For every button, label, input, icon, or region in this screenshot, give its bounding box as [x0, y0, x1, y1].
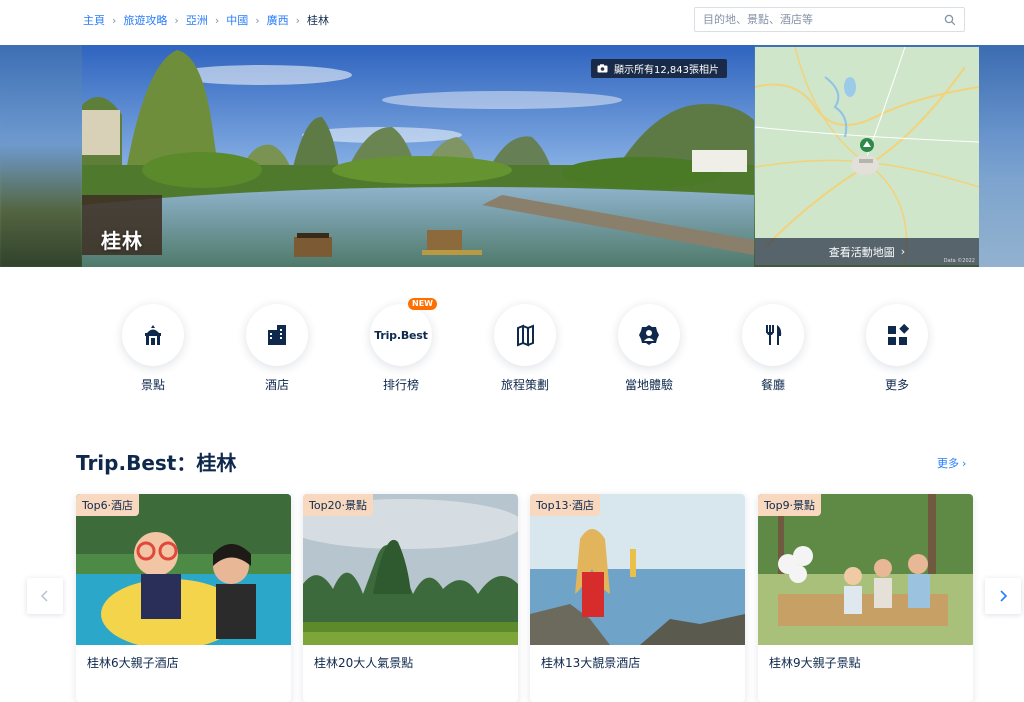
- quick-link-experiences[interactable]: 當地體驗: [617, 304, 681, 393]
- new-badge: NEW: [408, 298, 437, 310]
- breadcrumb-current: 桂林: [307, 14, 330, 27]
- card-title: 桂林13大靚景酒店: [541, 656, 641, 670]
- breadcrumb-asia[interactable]: 亞洲: [186, 12, 208, 28]
- tripbest-icon: Trip.Best: [374, 328, 428, 342]
- carousel-next-button[interactable]: [985, 578, 1021, 614]
- quick-link-label: 排行榜: [382, 378, 419, 392]
- quick-links: 景點 酒店 Trip.Best NEW 排行榜 旅程策劃 當地體驗 餐廳 更多: [121, 298, 931, 394]
- quick-link-circle: [866, 304, 928, 366]
- card-image: Top6·酒店: [76, 494, 291, 645]
- quick-link-circle: [618, 304, 680, 366]
- hero-blur-right: [979, 45, 1024, 267]
- ranking-card[interactable]: Top9·景點 桂林9大親子景點: [758, 494, 973, 702]
- chevron-right-icon: ›: [255, 13, 260, 27]
- card-title: 桂林20大人氣景點: [314, 656, 414, 670]
- ranking-card[interactable]: Top13·酒店 桂林13大靚景酒店: [530, 494, 745, 702]
- quick-link-circle: [494, 304, 556, 366]
- quick-link-label: 旅程策劃: [500, 378, 549, 392]
- chevron-right-icon: ›: [214, 13, 220, 27]
- ranking-card[interactable]: Top20·景點 桂林20大人氣景點: [303, 494, 518, 702]
- more-link[interactable]: 更多 ›: [937, 455, 966, 471]
- section-title: Trip.Best：桂林: [76, 451, 237, 475]
- quick-link-label: 當地體驗: [624, 378, 673, 392]
- search-box: [694, 7, 965, 32]
- card-title: 桂林6大親子酒店: [87, 656, 179, 670]
- ranking-card[interactable]: Top6·酒店 桂林6大親子酒店: [76, 494, 291, 702]
- restaurant-icon: [766, 325, 782, 345]
- quick-link-label: 餐廳: [760, 378, 785, 392]
- hotel-icon: [268, 325, 286, 345]
- photo-icon: [597, 64, 608, 73]
- card-tag: Top13·酒店: [530, 494, 601, 516]
- quick-link-itinerary[interactable]: 旅程策劃: [493, 304, 557, 393]
- breadcrumb-travel-guide[interactable]: 旅遊攻略: [123, 12, 167, 28]
- breadcrumb-china[interactable]: 中國: [226, 12, 248, 28]
- quick-link-circle: [742, 304, 804, 366]
- search-icon[interactable]: [944, 14, 956, 26]
- hero-blur-left: [0, 45, 82, 267]
- quick-link-restaurants[interactable]: 餐廳: [741, 304, 805, 393]
- quick-link-hotels[interactable]: 酒店: [245, 304, 309, 393]
- map-credit: Data ©2022: [943, 258, 975, 264]
- view-map-label: 查看活動地圖: [828, 245, 895, 259]
- top-bar: 主頁 › 旅遊攻略 › 亞洲 › 中國 › 廣西 › 桂林: [0, 0, 1024, 45]
- card-title: 桂林9大親子景點: [769, 656, 861, 670]
- card-image: Top9·景點: [758, 494, 973, 645]
- itinerary-icon: [517, 324, 534, 347]
- quick-link-label: 酒店: [264, 378, 289, 392]
- quick-link-attractions[interactable]: 景點: [121, 304, 185, 393]
- show-all-photos-button[interactable]: 顯示所有12,843張相片: [591, 59, 727, 78]
- quick-link-tripbest[interactable]: Trip.Best NEW 排行榜: [369, 298, 437, 393]
- quick-link-label: 更多: [884, 378, 909, 392]
- quick-link-circle: [122, 304, 184, 366]
- breadcrumb-guangxi[interactable]: 廣西: [267, 12, 289, 28]
- chevron-right-icon: ›: [174, 13, 179, 27]
- card-image: Top13·酒店: [530, 494, 745, 645]
- city-title: 桂林: [101, 229, 143, 253]
- search-input[interactable]: [703, 13, 944, 26]
- quick-link-circle: [246, 304, 308, 366]
- card-image: Top20·景點: [303, 494, 518, 645]
- map-graphic: [755, 47, 979, 265]
- chevron-right-icon: ›: [962, 456, 967, 470]
- tripbest-carousel: Top6·酒店 桂林6大親子酒店 Top20·景點 桂林20大人氣景點 Top1…: [76, 494, 976, 702]
- carousel-prev-button[interactable]: [27, 578, 63, 614]
- chevron-left-icon: [40, 590, 48, 602]
- more-link-label: 更多: [937, 457, 959, 470]
- card-tag: Top20·景點: [303, 494, 374, 516]
- attraction-icon: [145, 325, 161, 345]
- card-tag: Top6·酒店: [76, 494, 140, 516]
- chevron-right-icon: [1000, 590, 1008, 602]
- breadcrumb-home[interactable]: 主頁: [83, 12, 105, 28]
- quick-link-circle: Trip.Best NEW: [370, 298, 437, 366]
- card-tag: Top9·景點: [758, 494, 822, 516]
- more-icon: [888, 323, 910, 345]
- chevron-right-icon: ›: [900, 245, 906, 258]
- photo-count-label: 顯示所有12,843張相片: [614, 65, 719, 76]
- hero-photo[interactable]: 顯示所有12,843張相片 桂林: [82, 45, 754, 267]
- chevron-right-icon: ›: [112, 13, 117, 27]
- quick-link-more[interactable]: 更多: [865, 304, 929, 393]
- activity-map[interactable]: 查看活動地圖 › Data ©2022: [755, 47, 979, 265]
- chevron-right-icon: ›: [295, 13, 301, 27]
- breadcrumb: 主頁 › 旅遊攻略 › 亞洲 › 中國 › 廣西 › 桂林: [83, 12, 329, 28]
- quick-link-label: 景點: [140, 378, 165, 392]
- experience-icon: [639, 325, 659, 345]
- hero-banner: 顯示所有12,843張相片 桂林 查看活動地圖 › Data ©2022: [0, 45, 1024, 267]
